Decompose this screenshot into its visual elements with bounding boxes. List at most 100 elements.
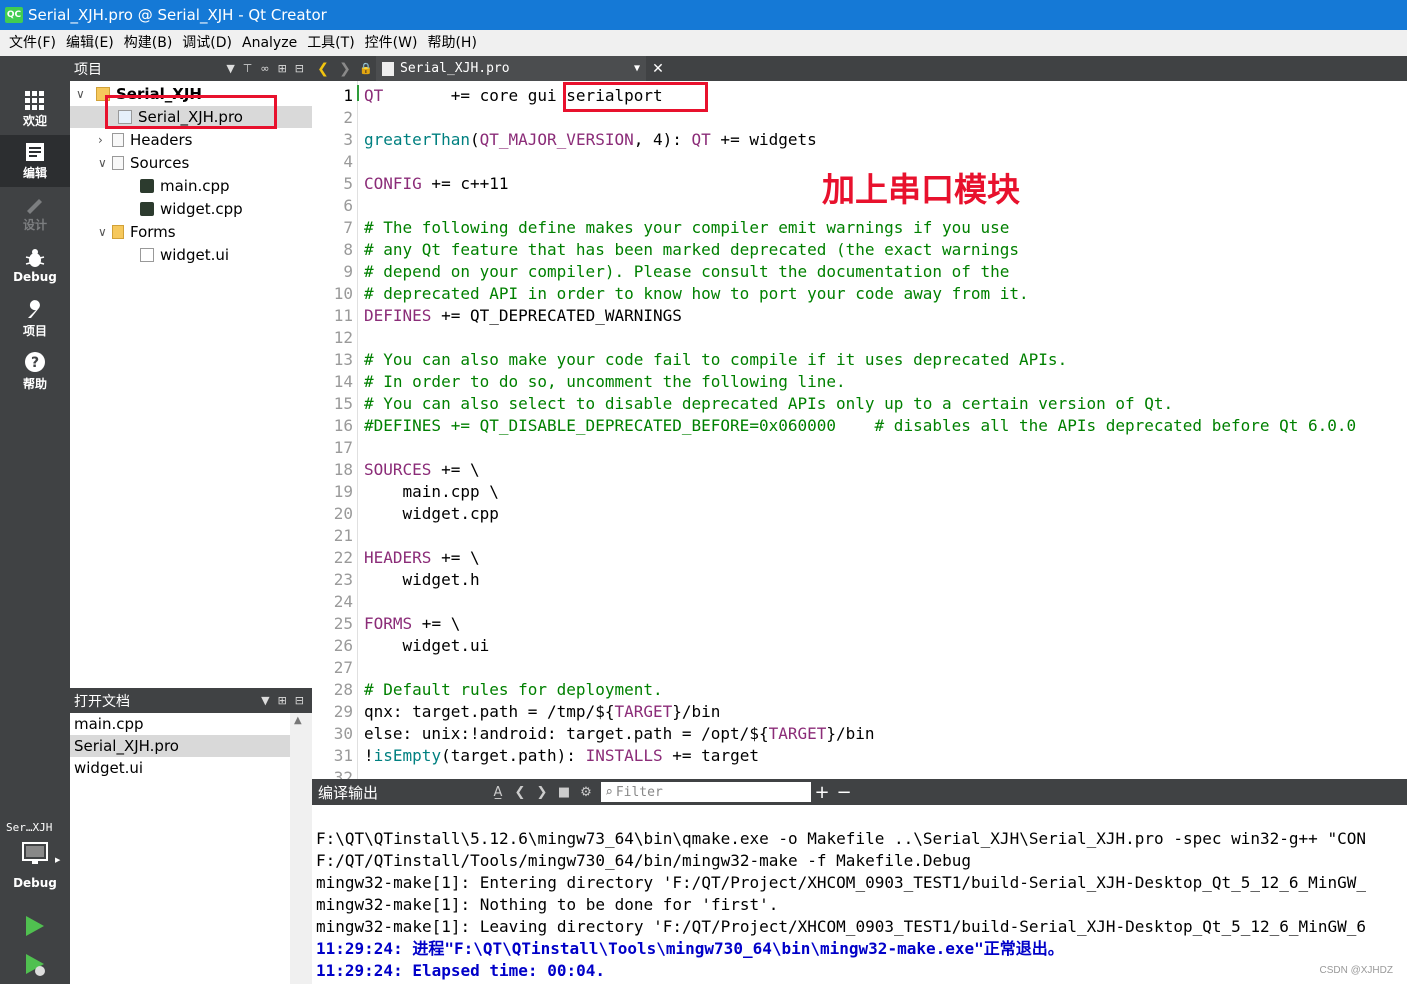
code-line[interactable]: widget.ui — [364, 635, 490, 657]
close-pane-icon[interactable]: ⊟ — [295, 694, 304, 707]
help-icon: ? — [25, 351, 45, 372]
collapse-arrow-icon[interactable]: › — [98, 133, 112, 147]
code-line[interactable]: else: unix:!android: target.path = /opt/… — [364, 723, 875, 745]
mode-help[interactable]: ? 帮助 — [0, 345, 70, 397]
menu-build[interactable]: 构建(B) — [119, 30, 178, 56]
dropdown-arrow-icon[interactable]: ▼ — [226, 62, 234, 75]
line-number: 23 — [333, 570, 353, 589]
open-documents-title[interactable]: 打开文档 — [74, 691, 261, 711]
svg-text:?: ? — [31, 355, 39, 371]
code-line[interactable]: main.cpp \ — [364, 481, 499, 503]
code-line[interactable]: # any Qt feature that has been marked de… — [364, 239, 1019, 261]
settings-gear-icon[interactable]: ⚙ — [575, 785, 597, 800]
code-line[interactable]: # You can also make your code fail to co… — [364, 349, 1067, 371]
mode-label: 帮助 — [22, 376, 47, 391]
mode-design[interactable]: 设计 — [0, 187, 70, 239]
code-editor[interactable]: 1 2 3 4 5 6 7 8 9 10 11 12 13 14 15 16 17 18 19 20 21 22 23 24 2… — [312, 81, 1407, 779]
output-line: 11:29:24: 进程"F:\QT\QTinstall\Tools\mingw… — [316, 939, 1064, 958]
tree-item-main-cpp[interactable]: main.cpp — [140, 175, 230, 197]
kit-selector-arrow-icon[interactable]: ▶ — [55, 856, 60, 864]
highlight-box-pro-file — [105, 95, 277, 129]
line-number: 13 — [333, 350, 353, 369]
expand-arrow-icon[interactable]: ∨ — [98, 225, 112, 239]
code-line[interactable]: # The following define makes your compil… — [364, 217, 1009, 239]
code-line[interactable]: SOURCES += \ — [364, 459, 480, 481]
tree-item-widget-cpp[interactable]: widget.cpp — [140, 198, 243, 220]
open-doc-item[interactable]: Serial_XJH.pro — [70, 735, 290, 757]
menu-tools[interactable]: 工具(T) — [302, 30, 359, 56]
project-panel-title[interactable]: 项目 — [74, 59, 226, 79]
close-document-icon[interactable]: ✕ — [646, 61, 670, 77]
open-doc-item[interactable]: main.cpp — [70, 713, 290, 735]
code-line[interactable]: #DEFINES += QT_DISABLE_DEPRECATED_BEFORE… — [364, 415, 1356, 437]
link-icon[interactable]: ∞ — [260, 62, 269, 75]
split-icon[interactable]: ⊞ — [278, 694, 287, 707]
font-size-icon[interactable]: A̲ — [487, 785, 509, 800]
annotation-text: 加上串口模块 — [822, 170, 1020, 209]
code-line[interactable]: CONFIG += c++11 — [364, 173, 509, 195]
menu-controls[interactable]: 控件(W) — [360, 30, 423, 56]
code-line[interactable]: greaterThan(QT_MAJOR_VERSION, 4): QT += … — [364, 129, 817, 151]
code-line[interactable]: HEADERS += \ — [364, 547, 480, 569]
code-line[interactable]: !isEmpty(target.path): INSTALLS += targe… — [364, 745, 759, 767]
decrease-font-icon[interactable]: − — [833, 782, 855, 803]
code-line[interactable]: widget.cpp — [364, 503, 499, 525]
monitor-icon[interactable] — [22, 842, 48, 866]
bug-icon — [25, 249, 45, 267]
tree-item-widget-ui[interactable]: widget.ui — [140, 244, 229, 266]
stop-icon[interactable]: ■ — [553, 785, 575, 800]
code-line[interactable]: FORMS += \ — [364, 613, 460, 635]
mode-projects[interactable]: 项目 — [0, 293, 70, 345]
code-line[interactable]: # depend on your compiler). Please consu… — [364, 261, 1009, 283]
line-number: 11 — [333, 306, 353, 325]
menu-help[interactable]: 帮助(H) — [422, 30, 481, 56]
code-line[interactable]: DEFINES += QT_DEPRECATED_WARNINGS — [364, 305, 682, 327]
code-line[interactable]: # You can also select to disable depreca… — [364, 393, 1173, 415]
code-line[interactable]: # Default rules for deployment. — [364, 679, 663, 701]
split-icon[interactable]: ⊞ — [278, 62, 287, 75]
lock-icon[interactable]: 🔒 — [356, 62, 376, 75]
line-number: 27 — [333, 658, 353, 677]
open-documents-list: main.cpp Serial_XJH.pro widget.ui ▲ — [70, 713, 312, 984]
line-number: 17 — [333, 438, 353, 457]
output-filter-input[interactable]: ⌕ Filter — [601, 782, 811, 802]
mode-label: 设计 — [22, 217, 47, 232]
close-pane-icon[interactable]: ⊟ — [295, 62, 304, 75]
watermark: CSDN @XJHDZ — [1319, 965, 1394, 976]
tree-item-forms[interactable]: ∨ Forms — [98, 221, 176, 243]
dropdown-arrow-icon[interactable]: ▼ — [634, 63, 640, 74]
navigate-forward-icon[interactable]: ❯ — [334, 61, 356, 77]
navigate-back-icon[interactable]: ❮ — [312, 61, 334, 77]
expand-arrow-icon[interactable]: ∨ — [76, 87, 90, 101]
tree-item-headers[interactable]: › Headers — [98, 129, 192, 151]
scroll-up-icon[interactable]: ▲ — [294, 715, 302, 726]
next-item-icon[interactable]: ❯ — [531, 785, 553, 800]
previous-item-icon[interactable]: ❮ — [509, 785, 531, 800]
code-line[interactable]: qnx: target.path = /tmp/${TARGET}/bin — [364, 701, 720, 723]
tree-item-label: widget.ui — [160, 246, 230, 264]
code-line[interactable]: # In order to do so, uncomment the follo… — [364, 371, 846, 393]
code-line[interactable]: widget.h — [364, 569, 480, 591]
mode-debug[interactable]: Debug — [0, 240, 70, 292]
mode-edit[interactable]: 编辑 — [0, 135, 70, 187]
menu-analyze[interactable]: Analyze — [237, 30, 302, 56]
document-selector[interactable]: Serial_XJH.pro ▼ — [376, 56, 646, 81]
dropdown-arrow-icon[interactable]: ▼ — [261, 694, 269, 707]
code-line[interactable]: # deprecated API in order to know how to… — [364, 283, 1029, 305]
expand-arrow-icon[interactable]: ∨ — [98, 156, 112, 170]
compile-output[interactable]: F:\QT\QTinstall\5.12.6\mingw73_64\bin\qm… — [312, 805, 1407, 984]
vertical-scrollbar[interactable] — [290, 713, 312, 984]
menu-edit[interactable]: 编辑(E) — [61, 30, 119, 56]
source-folder-icon — [112, 156, 124, 170]
output-pane-title[interactable]: 编译输出 — [312, 782, 487, 803]
menu-debug[interactable]: 调试(D) — [177, 30, 237, 56]
increase-font-icon[interactable]: + — [811, 782, 833, 803]
debug-run-icon[interactable] — [24, 952, 46, 978]
open-doc-item[interactable]: widget.ui — [70, 757, 290, 779]
mode-welcome[interactable]: 欢迎 — [0, 83, 70, 135]
menu-file[interactable]: 文件(F) — [4, 30, 61, 56]
run-icon[interactable] — [24, 914, 46, 938]
tree-item-sources[interactable]: ∨ Sources — [98, 152, 189, 174]
filter-icon[interactable]: ⊤ — [243, 62, 253, 75]
project-panel-header: 项目 ▼ ⊤ ∞ ⊞ ⊟ — [70, 56, 312, 81]
